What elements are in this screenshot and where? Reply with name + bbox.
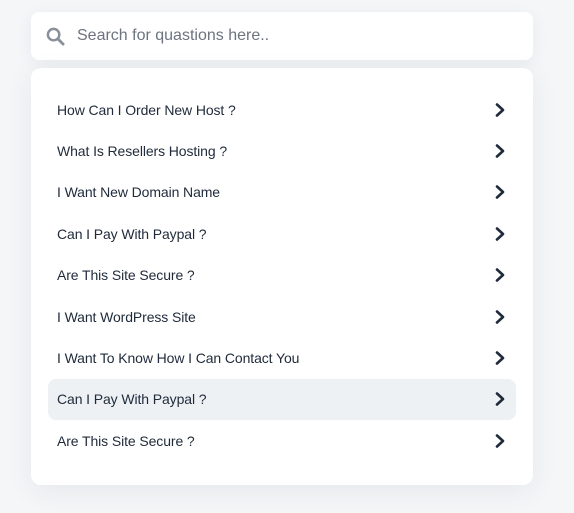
chevron-right-icon [493, 392, 507, 407]
faq-item[interactable]: Are This Site Secure ? [48, 255, 516, 296]
faq-item[interactable]: I Want New Domain Name [48, 172, 516, 213]
faq-item[interactable]: What Is Resellers Hosting ? [48, 130, 516, 171]
faq-item-label: I Want New Domain Name [57, 184, 220, 201]
faq-item-label: Are This Site Secure ? [57, 267, 195, 284]
chevron-right-icon [493, 434, 507, 448]
faq-item[interactable]: Are This Site Secure ? [48, 420, 516, 461]
faq-item[interactable]: I Want To Know How I Can Contact You [48, 337, 516, 378]
faq-list: How Can I Order New Host ? What Is Resel… [31, 89, 533, 462]
chevron-right-icon [493, 102, 507, 117]
search-bar[interactable] [31, 12, 533, 60]
chevron-right-icon [493, 351, 507, 365]
faq-item-label: I Want To Know How I Can Contact You [57, 350, 300, 367]
chevron-right-icon [493, 309, 507, 324]
faq-item-label: What Is Resellers Hosting ? [57, 143, 228, 160]
faq-list-card: How Can I Order New Host ? What Is Resel… [31, 68, 533, 485]
chevron-right-icon [493, 227, 507, 241]
faq-item-label: I Want WordPress Site [57, 308, 196, 325]
faq-item[interactable]: I Want WordPress Site [48, 296, 516, 337]
chevron-right-icon [493, 185, 507, 200]
faq-item-label: Can I Pay With Paypal ? [57, 391, 207, 408]
search-input[interactable] [77, 21, 497, 51]
search-icon [45, 26, 65, 46]
chevron-right-icon [493, 268, 507, 283]
faq-item[interactable]: Can I Pay With Paypal ? [48, 213, 516, 254]
faq-item-label: Are This Site Secure ? [57, 432, 195, 449]
faq-item-label: How Can I Order New Host ? [57, 101, 236, 118]
chevron-right-icon [493, 144, 507, 158]
faq-item[interactable]: Can I Pay With Paypal ? [48, 378, 516, 421]
faq-item[interactable]: How Can I Order New Host ? [48, 89, 516, 130]
faq-item-label: Can I Pay With Paypal ? [57, 225, 207, 242]
